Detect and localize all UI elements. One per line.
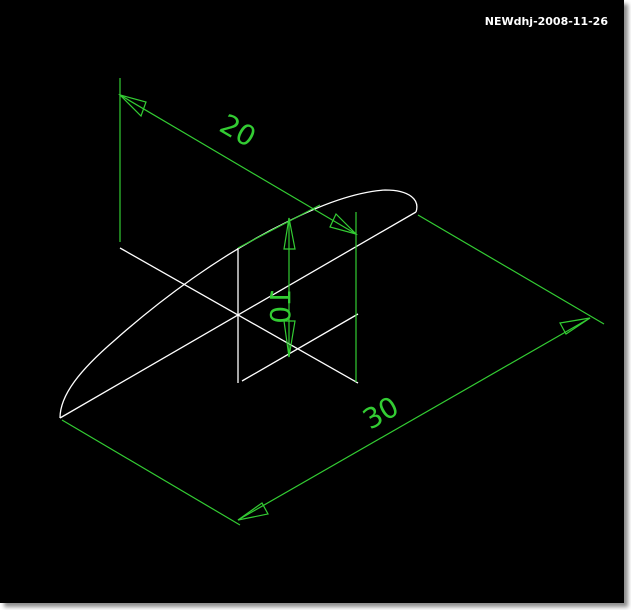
extension-line (61, 419, 241, 526)
center-line-b (241, 313, 359, 382)
dimension-arrow (329, 212, 359, 236)
dimensions (61, 78, 605, 526)
extension-line (237, 204, 321, 249)
extension-line (417, 214, 605, 325)
dimension-height (237, 204, 321, 358)
cad-viewport: NEWdhj-2008-11-26 20 10 30 (0, 0, 624, 603)
dimension-label-height: 10 (264, 288, 297, 324)
geometry (59, 189, 418, 419)
dimension-label-length: 30 (357, 390, 404, 436)
dimension-label-depth: 20 (214, 107, 261, 153)
cad-drawing: 20 10 30 (59, 78, 605, 526)
dimension-arrow (117, 93, 147, 118)
